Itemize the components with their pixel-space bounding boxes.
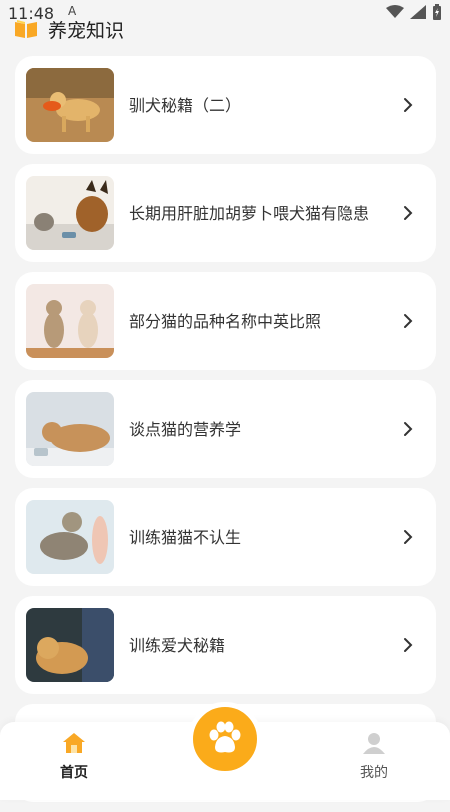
paw-icon xyxy=(209,721,241,753)
user-icon xyxy=(363,733,385,754)
page-title: 养宠知识 xyxy=(48,19,125,42)
chevron-right-icon xyxy=(404,314,413,328)
article-card[interactable]: 谈点猫的营养学 xyxy=(15,380,436,478)
article-card[interactable]: 驯犬秘籍（二） xyxy=(15,56,436,154)
article-title: 谈点猫的营养学 xyxy=(129,419,242,439)
wifi-icon xyxy=(386,5,404,18)
article-card[interactable]: 训练猫猫不认生 xyxy=(15,488,436,586)
article-card[interactable]: 长期用肝脏加胡萝卜喂犬猫有隐患 xyxy=(15,164,436,262)
tab-home-label: 首页 xyxy=(60,765,88,781)
battery-icon xyxy=(433,4,441,20)
article-thumbnail xyxy=(26,608,114,682)
article-title: 驯犬秘籍（二） xyxy=(129,95,242,115)
article-thumbnail xyxy=(26,68,114,142)
article-title: 训练猫猫不认生 xyxy=(129,527,242,547)
article-thumbnail xyxy=(26,176,114,250)
tab-mine[interactable]: 我的 xyxy=(334,732,414,782)
chevron-right-icon xyxy=(404,530,413,544)
chevron-right-icon xyxy=(404,98,413,112)
tab-mine-label: 我的 xyxy=(360,765,388,781)
paw-center-button[interactable] xyxy=(188,702,262,776)
article-card[interactable]: 训练爱犬秘籍 xyxy=(15,596,436,694)
article-card[interactable]: 部分猫的品种名称中英比照 xyxy=(15,272,436,370)
home-icon xyxy=(63,733,85,753)
book-icon xyxy=(15,20,37,38)
chevron-right-icon xyxy=(404,206,413,220)
article-thumbnail xyxy=(26,500,114,574)
article-title: 训练爱犬秘籍 xyxy=(129,635,226,655)
page-header: 养宠知识 xyxy=(14,14,124,44)
article-title: 长期用肝脏加胡萝卜喂犬猫有隐患 xyxy=(129,203,370,223)
status-icons xyxy=(386,4,442,20)
signal-icon xyxy=(410,5,426,19)
tab-home[interactable]: 首页 xyxy=(34,732,114,782)
article-title: 部分猫的品种名称中英比照 xyxy=(129,311,322,331)
article-thumbnail xyxy=(26,392,114,466)
article-thumbnail xyxy=(26,284,114,358)
chevron-right-icon xyxy=(404,422,413,436)
chevron-right-icon xyxy=(404,638,413,652)
article-list: 驯犬秘籍（二） 长期用肝脏加胡萝卜喂犬猫有隐患 部分猫的品种名称中英比照 谈点猫… xyxy=(15,56,436,812)
